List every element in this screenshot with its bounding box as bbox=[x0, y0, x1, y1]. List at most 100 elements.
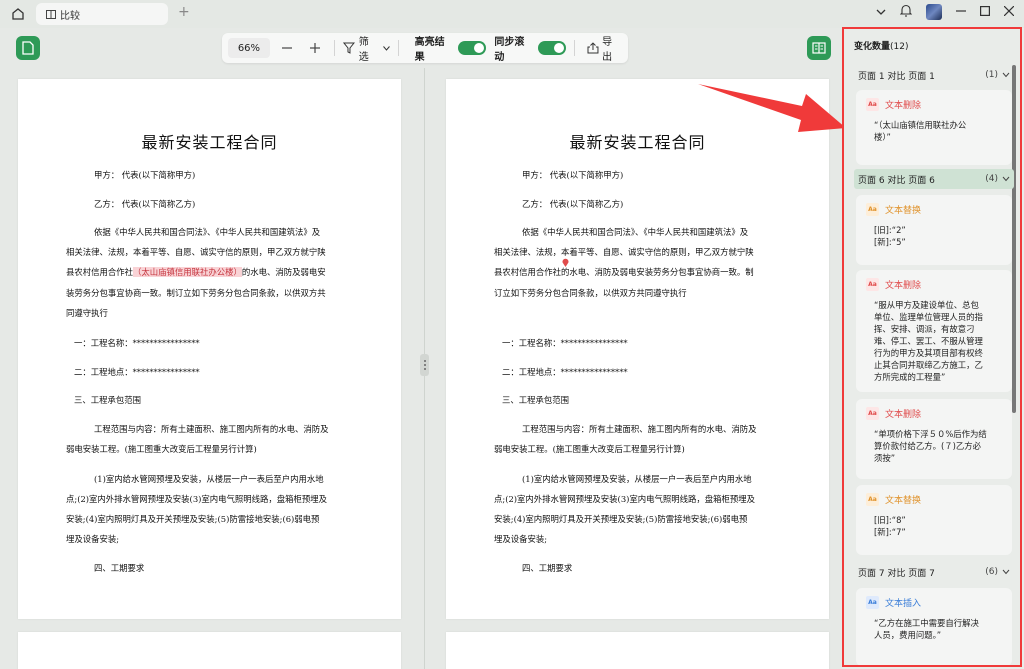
change-group-page-7[interactable]: 页面 7 对比 页面 7 (6) bbox=[854, 562, 1014, 582]
item-line: 三、工程承包范围 bbox=[502, 395, 569, 405]
split-drag-handle[interactable] bbox=[420, 354, 429, 376]
plus-icon bbox=[309, 43, 320, 53]
item-line: 一：工程名称：**************** bbox=[502, 338, 628, 348]
para-line: 工程范围与内容：所有土建面积、施工图内所有的水电、消防及 bbox=[522, 424, 757, 434]
minus-icon bbox=[281, 47, 292, 49]
maximize-icon[interactable] bbox=[980, 5, 991, 19]
title-bar: 比较 + bbox=[0, 0, 1024, 28]
para-line: 安装;(4)室内照明灯具及开关预埋及安装;(5)防雷接地安装;(6)弱电预 bbox=[494, 514, 748, 524]
group-label: 页面 7 对比 页面 7 bbox=[858, 568, 935, 579]
right-document-button[interactable] bbox=[807, 36, 831, 60]
chevron-down-icon bbox=[1002, 569, 1010, 575]
para-text: 县农村信用合作社 bbox=[66, 267, 133, 277]
sync-scroll-toggle-group: 同步滚动 bbox=[494, 33, 567, 63]
para-line: (1)室内给水管网预埋及安装，从楼层一户一表后至户内用水地 bbox=[522, 474, 752, 484]
bell-icon[interactable] bbox=[899, 4, 913, 20]
export-icon bbox=[587, 42, 599, 54]
para-line: 同遵守执行 bbox=[66, 308, 108, 318]
zoom-out-button[interactable] bbox=[276, 38, 298, 58]
para-line: 相关法律、法规，本着平等、自愿、诚实守信的原则，甲乙双方就宁陕 bbox=[494, 247, 754, 257]
chevron-down-icon[interactable] bbox=[876, 5, 886, 19]
compare-toolbar: 66% 筛选 高亮结果 同步滚动 导出 bbox=[222, 33, 628, 63]
export-label: 导出 bbox=[602, 37, 613, 63]
highlight-toggle[interactable] bbox=[458, 41, 487, 55]
filter-icon bbox=[342, 42, 355, 54]
chevron-down-icon bbox=[1002, 72, 1010, 78]
para-line: 订立如下劳务分包合同条款，以供双方共同遵守执行 bbox=[494, 288, 687, 298]
changes-panel: 变化数量(12) 页面 1 对比 页面 1 (1) Aa 文本删除 “（太山庙镇信… bbox=[842, 27, 1022, 667]
zoom-in-button[interactable] bbox=[304, 38, 326, 58]
item-line: 四、工期要求 bbox=[94, 563, 145, 573]
para-line: 工程范围与内容：所有土建面积、施工图内所有的水电、消防及 bbox=[94, 424, 329, 434]
change-type-label: 文本删除 bbox=[885, 101, 922, 111]
right-document-page[interactable]: 最新安装工程合同 甲方： 代表(以下简称甲方) 乙方： 代表(以下简称乙方) 依… bbox=[446, 79, 829, 619]
export-button[interactable]: 导出 bbox=[587, 33, 622, 63]
change-type-label: 文本替换 bbox=[885, 496, 922, 506]
para-line: 依据《中华人民共和国合同法》、《中华人民共和国建筑法》及 bbox=[94, 227, 321, 237]
deleted-text-highlight[interactable]: （太山庙镇信用联社办公楼） bbox=[133, 267, 242, 277]
text-replace-icon: Aa bbox=[866, 203, 879, 216]
para-line: 县农村信用合作社（太山庙镇信用联社办公楼）的水电、消防及弱电安 bbox=[66, 266, 326, 278]
home-icon[interactable] bbox=[8, 5, 28, 23]
change-card[interactable]: Aa 文本插入 “乙方在施工中需要自行解决 人员，费用问题。” bbox=[856, 588, 1012, 665]
annotation-arrow-icon bbox=[698, 84, 846, 132]
tab-compare[interactable]: 比较 bbox=[36, 3, 168, 25]
text-replace-icon: Aa bbox=[866, 493, 879, 506]
para-line: 装劳务分包事宜协商一致。制订立如下劳务分包合同条款，以供双方共 bbox=[66, 288, 326, 298]
para-text: 的水电、消防及弱电安 bbox=[241, 267, 326, 277]
change-group-page-1[interactable]: 页面 1 对比 页面 1 (1) bbox=[854, 65, 1014, 85]
change-text: “（太山庙镇信用联社办公 楼）” bbox=[874, 120, 967, 142]
changes-count: (12) bbox=[890, 42, 909, 52]
text-insert-icon: Aa bbox=[866, 596, 879, 609]
text-delete-icon: Aa bbox=[866, 407, 879, 420]
change-type: Aa 文本替换 bbox=[866, 203, 1002, 216]
item-line: 二：工程地点：**************** bbox=[502, 367, 628, 377]
divider bbox=[333, 40, 335, 56]
item-line: 一：工程名称：**************** bbox=[74, 338, 200, 348]
group-count: (4) bbox=[985, 174, 998, 184]
tab-label: 比较 bbox=[60, 10, 80, 22]
close-icon[interactable] bbox=[1003, 5, 1015, 19]
change-text: [旧]:“2” [新]:“5” bbox=[874, 225, 906, 247]
para-line: 县农村信用合作社的水电、消防及弱电安装劳务分包事宜协商一致。制 bbox=[494, 267, 754, 277]
change-text: “单项价格下浮５０%后作为结 算价款付给乙方。(７)乙方必 须按” bbox=[874, 429, 987, 463]
para-line: 弱电安装工程。(施工图重大改变后工程量另行计算) bbox=[66, 444, 257, 454]
item-line: 四、工期要求 bbox=[522, 563, 573, 573]
changes-title: 变化数量 bbox=[854, 42, 891, 52]
book-icon bbox=[812, 42, 826, 54]
change-card[interactable]: Aa 文本替换 [旧]:“2” [新]:“5” bbox=[856, 195, 1012, 265]
change-card[interactable]: Aa 文本删除 “单项价格下浮５０%后作为结 算价款付给乙方。(７)乙方必 须按” bbox=[856, 399, 1012, 479]
left-document-button[interactable] bbox=[16, 36, 40, 60]
change-card[interactable]: Aa 文本删除 “服从甲方及建设单位、总包 单位、监理单位管理人员的指 挥、安排、… bbox=[856, 270, 1012, 392]
divider bbox=[574, 40, 576, 56]
change-type-label: 文本替换 bbox=[885, 206, 922, 216]
sync-scroll-label: 同步滚动 bbox=[494, 37, 525, 63]
change-text: “服从甲方及建设单位、总包 单位、监理单位管理人员的指 挥、安排、调派，有故意刁… bbox=[874, 300, 983, 382]
left-next-page[interactable] bbox=[18, 632, 401, 669]
change-text: [旧]:“8” [新]:“7” bbox=[874, 515, 906, 537]
change-card[interactable]: Aa 文本替换 [旧]:“8” [新]:“7” bbox=[856, 485, 1012, 555]
new-tab-button[interactable]: + bbox=[178, 4, 190, 20]
para-line: 埋及设备安装; bbox=[494, 534, 548, 544]
change-card[interactable]: Aa 文本删除 “（太山庙镇信用联社办公 楼）” bbox=[856, 90, 1012, 165]
sync-scroll-toggle[interactable] bbox=[538, 41, 567, 55]
change-type: Aa 文本插入 bbox=[866, 596, 1002, 609]
minimize-icon[interactable] bbox=[956, 5, 966, 19]
right-next-page[interactable] bbox=[446, 632, 829, 669]
text-delete-icon: Aa bbox=[866, 98, 879, 111]
highlight-toggle-group: 高亮结果 bbox=[415, 33, 487, 63]
filter-button[interactable]: 筛选 bbox=[342, 33, 390, 63]
chevron-down-icon bbox=[382, 45, 390, 51]
group-count: (6) bbox=[985, 567, 998, 577]
change-type: Aa 文本替换 bbox=[866, 493, 1002, 506]
changes-panel-title: 变化数量(12) bbox=[854, 39, 909, 52]
filter-label: 筛选 bbox=[358, 37, 369, 63]
para-line: (1)室内给水管网预埋及安装，从楼层一户一表后至户内用水地 bbox=[94, 474, 324, 484]
para-line: 埋及设备安装; bbox=[66, 534, 120, 544]
left-document-page[interactable]: 最新安装工程合同 甲方： 代表(以下简称甲方) 乙方： 代表(以下简称乙方) 依… bbox=[18, 79, 401, 619]
change-group-page-6[interactable]: 页面 6 对比 页面 6 (4) bbox=[854, 169, 1014, 189]
change-type: Aa 文本删除 bbox=[866, 278, 1002, 291]
panel-scrollbar[interactable] bbox=[1012, 65, 1016, 413]
avatar[interactable] bbox=[926, 4, 942, 20]
zoom-level[interactable]: 66% bbox=[228, 38, 270, 58]
